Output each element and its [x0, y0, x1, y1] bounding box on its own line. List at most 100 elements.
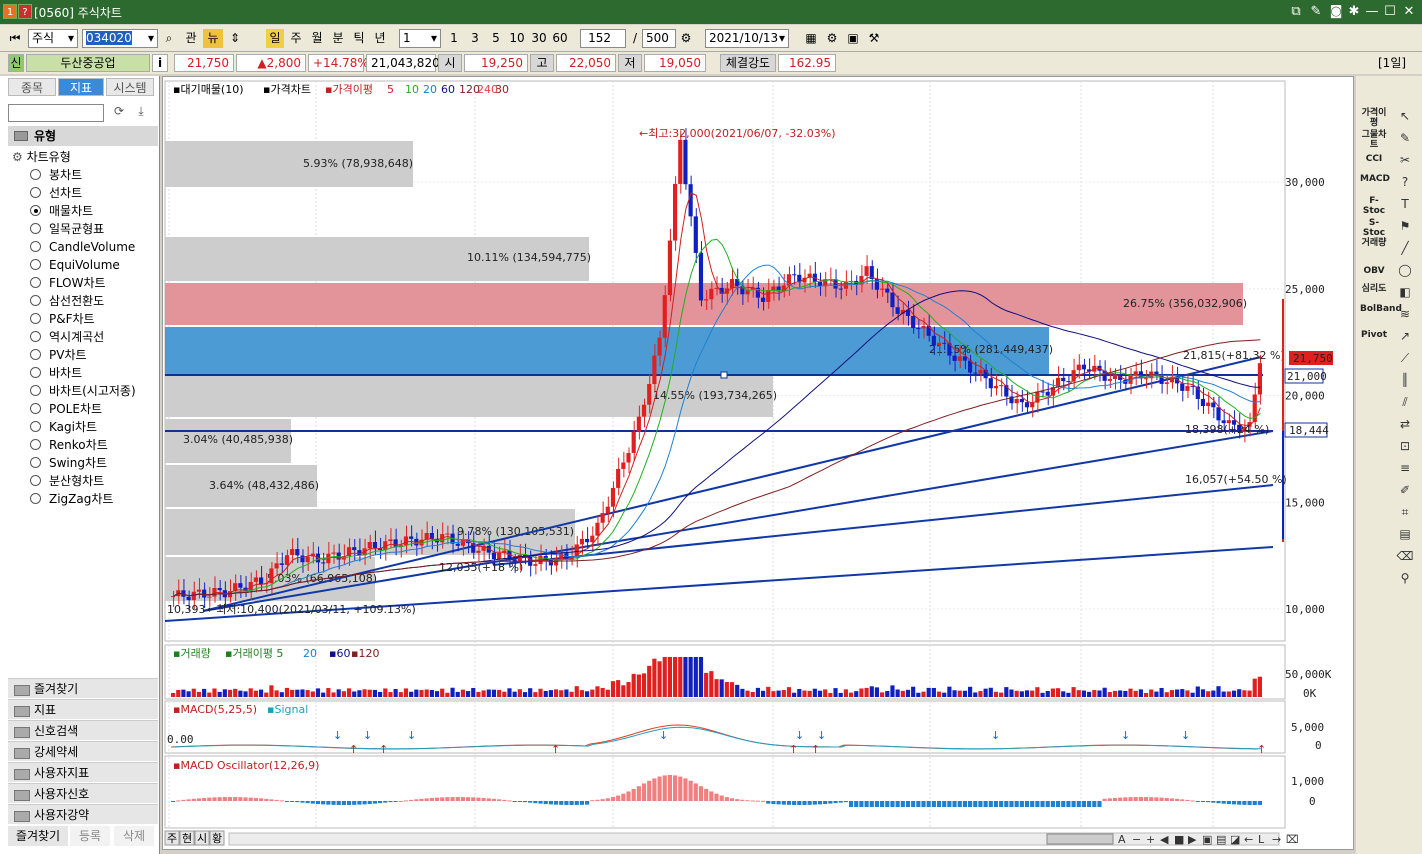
chart-icon[interactable]: ▦ — [802, 29, 820, 48]
folder-1[interactable]: 지표 — [8, 699, 158, 719]
period-minute-button[interactable]: 분 — [329, 29, 347, 48]
indicator-shortcut-5[interactable]: S-Stoc — [1360, 218, 1388, 238]
chart-type-14[interactable]: Kagi차트 — [30, 418, 97, 436]
chart-type-6[interactable]: FLOW차트 — [30, 274, 106, 292]
period-month-button[interactable]: 월 — [308, 29, 326, 48]
draw-tool-icon-5[interactable]: ⚑ — [1396, 218, 1414, 234]
maximize-button[interactable]: ☐ — [1381, 3, 1399, 20]
minimize-button[interactable]: — — [1363, 3, 1381, 20]
bottom-tab-favorites[interactable]: 즐겨찾기 — [8, 826, 68, 846]
radio-button[interactable] — [30, 421, 41, 432]
draw-tool-icon-4[interactable]: T — [1396, 196, 1414, 212]
radio-button[interactable] — [30, 331, 41, 342]
indicator-shortcut-4[interactable]: F-Stoc — [1360, 196, 1388, 216]
draw-tool-icon-19[interactable]: ▤ — [1396, 526, 1414, 542]
quick-5-button[interactable]: 5 — [488, 29, 504, 48]
radio-button[interactable] — [30, 439, 41, 450]
register-button[interactable]: 등록 — [70, 826, 110, 846]
draw-tool-icon-17[interactable]: ✐ — [1396, 482, 1414, 498]
gwan-button[interactable]: 관 — [182, 29, 200, 48]
draw-tool-icon-9[interactable]: ≋ — [1396, 306, 1414, 322]
indicator-shortcut-3[interactable]: MACD — [1360, 174, 1390, 184]
radio-button[interactable] — [30, 493, 41, 504]
indicator-shortcut-8[interactable]: 심리도 — [1360, 284, 1388, 294]
chart-type-16[interactable]: Swing차트 — [30, 454, 107, 472]
save-icon[interactable]: ▣ — [844, 29, 862, 48]
chart-type-18[interactable]: ZigZag차트 — [30, 490, 113, 508]
radio-button[interactable] — [30, 295, 41, 306]
radio-button[interactable] — [30, 457, 41, 468]
radio-button[interactable] — [30, 187, 41, 198]
period-week-button[interactable]: 주 — [287, 29, 305, 48]
indicator-shortcut-1[interactable]: 그물차트 — [1360, 130, 1388, 150]
quick-10-button[interactable]: 10 — [507, 29, 527, 48]
draw-tool-icon-2[interactable]: ✂ — [1396, 152, 1414, 168]
quick-60-button[interactable]: 60 — [550, 29, 570, 48]
indicator-shortcut-7[interactable]: OBV — [1360, 266, 1388, 276]
edit-icon[interactable]: ✎ — [1307, 3, 1325, 20]
folder-4[interactable]: 사용자지표 — [8, 762, 158, 782]
indicator-shortcut-6[interactable]: 거래량 — [1360, 238, 1388, 248]
chart-type-11[interactable]: 바차트 — [30, 364, 82, 382]
market-select[interactable]: 주식 ▾ — [28, 29, 78, 48]
chart-type-15[interactable]: Renko차트 — [30, 436, 108, 454]
quick-3-button[interactable]: 3 — [467, 29, 483, 48]
chart-type-0[interactable]: 봉차트 — [30, 166, 82, 184]
gear-icon[interactable]: ⚙ — [823, 29, 841, 48]
radio-button[interactable] — [30, 241, 41, 252]
radio-button[interactable] — [30, 475, 41, 486]
draw-tool-icon-20[interactable]: ⌫ — [1396, 548, 1414, 564]
tab-stocks[interactable]: 종목 — [8, 78, 56, 96]
refresh-icon[interactable]: ⟳ — [110, 104, 128, 122]
chart-type-17[interactable]: 분산형차트 — [30, 472, 104, 490]
draw-tool-icon-1[interactable]: ✎ — [1396, 130, 1414, 146]
download-icon[interactable]: ⤓ — [132, 104, 150, 122]
indicator-shortcut-2[interactable]: CCI — [1360, 154, 1388, 164]
chart-type-2[interactable]: 매물차트 — [30, 202, 93, 220]
draw-tool-icon-7[interactable]: ◯ — [1396, 262, 1414, 278]
interval-select[interactable]: 1 ▾ — [399, 29, 441, 48]
indicator-search-input[interactable] — [8, 104, 104, 122]
draw-tool-icon-6[interactable]: ╱ — [1396, 240, 1414, 256]
period-year-button[interactable]: 년 — [371, 29, 389, 48]
draw-tool-icon-0[interactable]: ↖ — [1396, 108, 1414, 124]
chart-type-4[interactable]: CandleVolume — [30, 238, 135, 256]
radio-button[interactable] — [30, 313, 41, 324]
chart-type-10[interactable]: PV차트 — [30, 346, 87, 364]
prev-stock-icon[interactable]: ⏮ — [6, 29, 24, 48]
chart-type-7[interactable]: 삼선전환도 — [30, 292, 104, 310]
folder-2[interactable]: 신호검색 — [8, 720, 158, 740]
tab-system[interactable]: 시스템 — [106, 78, 154, 96]
draw-tool-icon-21[interactable]: ⚲ — [1396, 570, 1414, 586]
chart-type-8[interactable]: P&F차트 — [30, 310, 95, 328]
draw-tool-icon-15[interactable]: ⊡ — [1396, 438, 1414, 454]
draw-tool-icon-13[interactable]: ⫽ — [1396, 394, 1414, 410]
chart-type-5[interactable]: EquiVolume — [30, 256, 120, 274]
radio-button[interactable] — [30, 277, 41, 288]
draw-tool-icon-8[interactable]: ◧ — [1396, 284, 1414, 300]
radio-button[interactable] — [30, 367, 41, 378]
chart-type-12[interactable]: 바차트(시고저종) — [30, 382, 136, 400]
draw-tool-icon-14[interactable]: ⇄ — [1396, 416, 1414, 432]
draw-tool-icon-11[interactable]: ⟋ — [1396, 350, 1414, 366]
indicator-shortcut-0[interactable]: 가격이평 — [1360, 108, 1388, 128]
radio-button[interactable] — [30, 385, 41, 396]
news-button[interactable]: 뉴 — [203, 29, 223, 48]
date-input[interactable]: 2021/10/13 ▾ — [705, 29, 789, 48]
folder-6[interactable]: 사용자강약 — [8, 804, 158, 824]
period-tick-button[interactable]: 틱 — [350, 29, 368, 48]
group-type-header[interactable]: 유형 — [8, 126, 158, 146]
quick-1-button[interactable]: 1 — [446, 29, 462, 48]
draw-tool-icon-16[interactable]: ≡ — [1396, 460, 1414, 476]
draw-tool-icon-12[interactable]: ║ — [1396, 372, 1414, 388]
folder-0[interactable]: 즐겨찾기 — [8, 678, 158, 698]
indicator-shortcut-10[interactable]: Pivot — [1360, 330, 1388, 340]
radio-button[interactable] — [30, 169, 41, 180]
chart-type-9[interactable]: 역시계곡선 — [30, 328, 104, 346]
radio-button[interactable] — [30, 259, 41, 270]
link-icon[interactable]: ⧉ — [1287, 3, 1305, 20]
folder-5[interactable]: 사용자신호 — [8, 783, 158, 803]
settings-icon[interactable]: ⚙ — [678, 29, 694, 48]
count-input[interactable]: 152 — [580, 29, 626, 48]
chart-type-3[interactable]: 일목균형표 — [30, 220, 104, 238]
